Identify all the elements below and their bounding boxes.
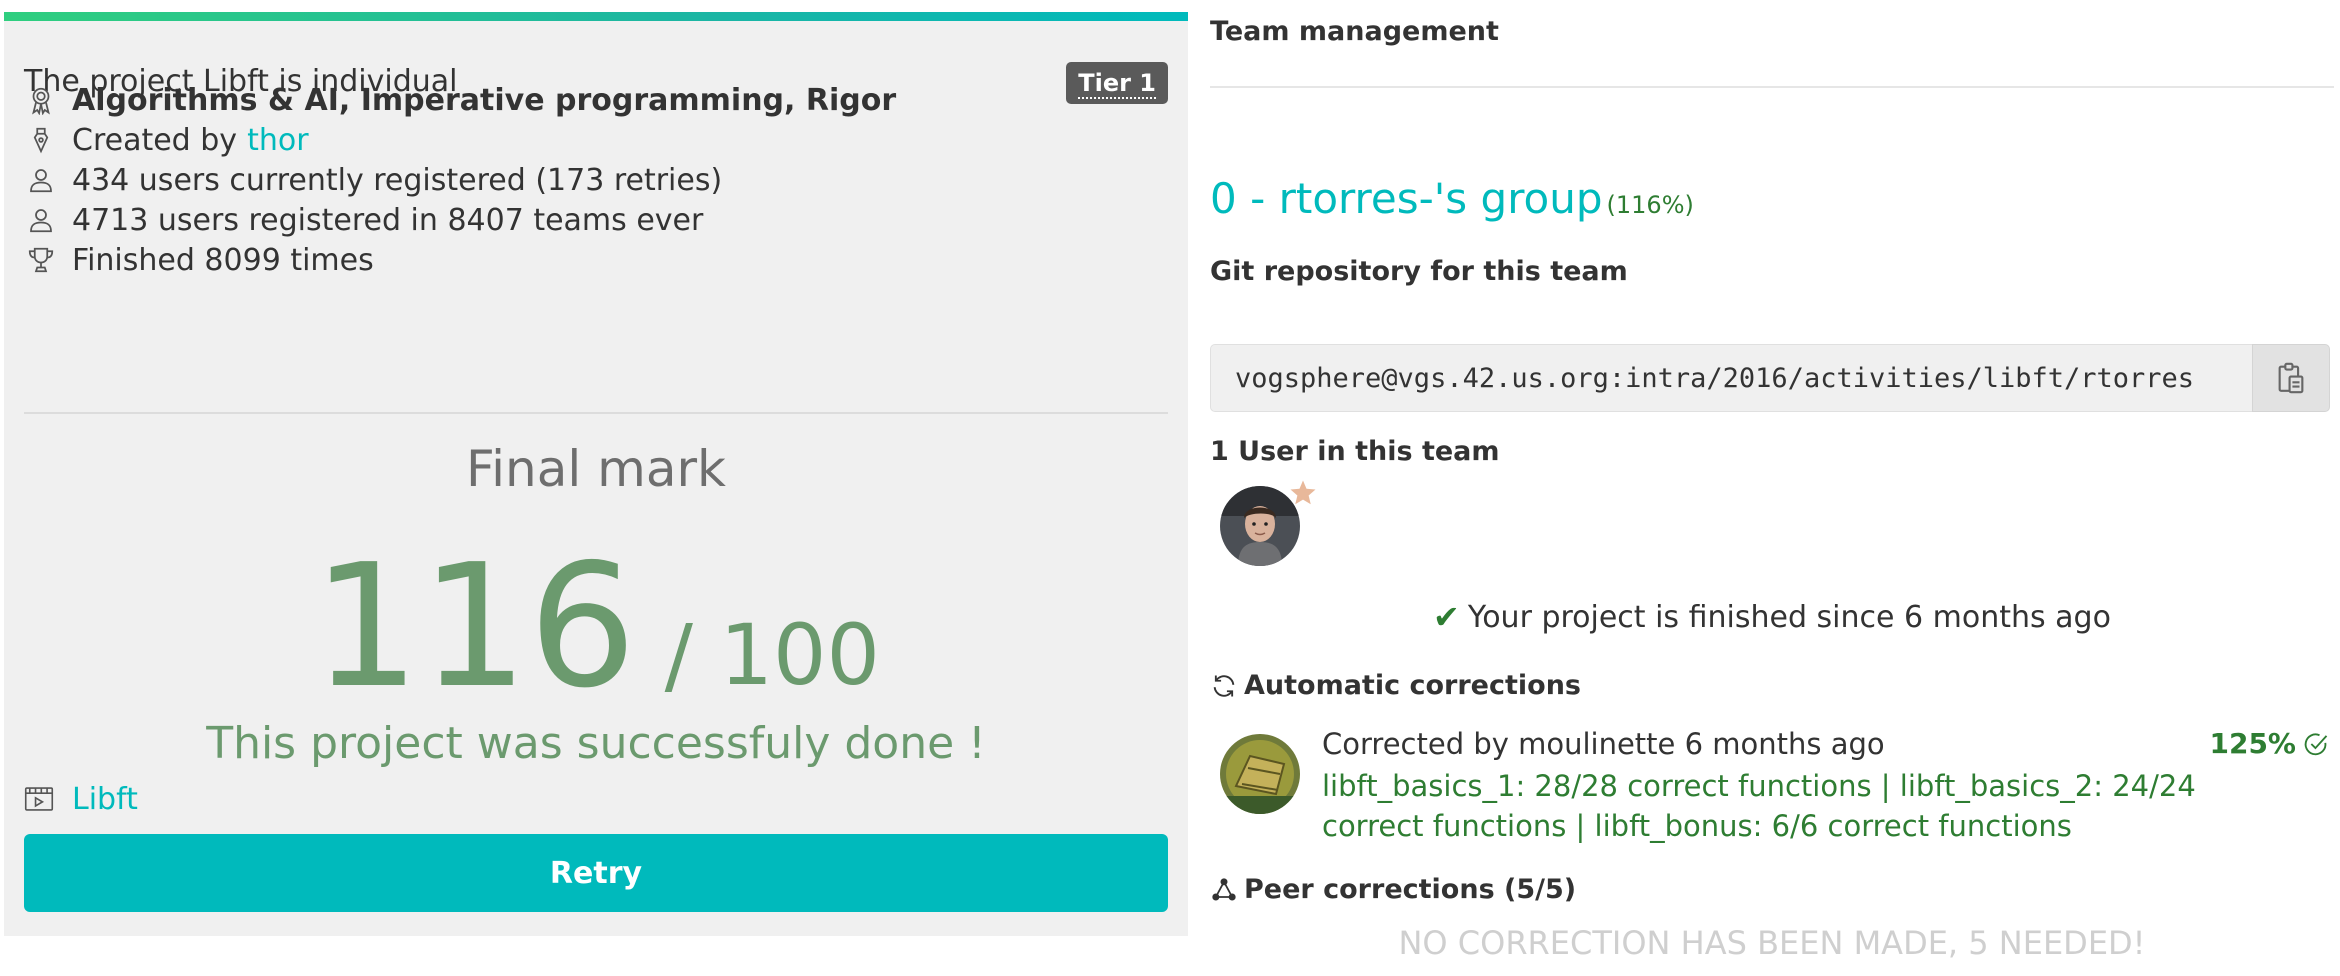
team-management-title: Team management (1210, 16, 1499, 47)
skills-row: Algorithms & AI, Imperative programming,… (24, 78, 896, 122)
corrected-by-text: Corrected by moulinette 6 months ago (1322, 727, 1885, 761)
git-repo-title: Git repository for this team (1210, 256, 1628, 287)
badge-icon (24, 83, 58, 117)
star-icon (1290, 480, 1316, 505)
tier-badge[interactable]: Tier 1 (1066, 62, 1168, 104)
clipboard-icon (2278, 362, 2304, 394)
creator-row: Created by thor (24, 118, 309, 162)
creator-link[interactable]: thor (247, 123, 308, 158)
finished-status-text: Your project is finished since 6 months … (1467, 599, 2111, 635)
finished-row: Finished 8099 times (24, 238, 374, 282)
team-users-title: 1 User in this team (1210, 436, 1500, 467)
project-link[interactable]: Libft (24, 782, 138, 817)
group-percentage: (116%) (1606, 191, 1694, 219)
finished-status: ✔ Your project is finished since 6 month… (1210, 598, 2334, 636)
no-correction-message: NO CORRECTION HAS BEEN MADE, 5 NEEDED! (1398, 924, 2146, 962)
finished-text: Finished 8099 times (72, 242, 374, 278)
registered-row: 434 users currently registered (173 retr… (24, 158, 722, 202)
git-repo-url-field[interactable]: vogsphere@vgs.42.us.org:intra/2016/activ… (1210, 344, 2252, 412)
progress-top-bar (4, 12, 1188, 21)
check-icon: ✔ (1433, 598, 1460, 636)
score-value: 116 (312, 528, 637, 726)
retry-button[interactable]: Retry (24, 834, 1168, 912)
refresh-icon (1213, 674, 1235, 697)
pen-icon (24, 123, 58, 157)
network-icon (1212, 877, 1236, 900)
final-mark-label: Final mark (466, 440, 726, 498)
moulinette-avatar[interactable] (1220, 734, 1300, 814)
final-score: 116/ 100 (4, 542, 1188, 712)
user-icon (24, 163, 58, 197)
registered-text: 434 users currently registered (173 retr… (72, 162, 723, 198)
user-icon (24, 203, 58, 237)
peer-corrections-title: Peer corrections (5/5) (1210, 874, 1576, 905)
copy-button[interactable] (2252, 344, 2330, 412)
created-by-prefix: Created by (72, 122, 238, 158)
video-icon (24, 785, 58, 815)
skills-text: Algorithms & AI, Imperative programming,… (72, 82, 897, 118)
automatic-corrections-title: Automatic corrections (1210, 670, 1581, 701)
project-summary-panel: The project Libft is individual Tier 1 A… (4, 12, 1188, 936)
success-message: This project was successfuly done ! (206, 718, 986, 769)
divider (1210, 86, 2334, 88)
trophy-icon (24, 243, 58, 277)
divider (24, 412, 1168, 414)
score-max: / 100 (664, 606, 880, 704)
group-name[interactable]: 0 - rtorres-'s group (116%) (1210, 174, 1694, 223)
correction-score: 125% (2209, 727, 2330, 760)
registered-ever-text: 4713 users registered in 8407 teams ever (72, 202, 704, 238)
check-circle-icon (2304, 733, 2328, 755)
correction-detail: libft_basics_1: 28/28 correct functions … (1322, 769, 2196, 843)
project-link-label[interactable]: Libft (72, 782, 138, 817)
registered-ever-row: 4713 users registered in 8407 teams ever (24, 198, 703, 242)
team-management-panel: Team management 0 - rtorres-'s group (116… (1210, 0, 2334, 976)
